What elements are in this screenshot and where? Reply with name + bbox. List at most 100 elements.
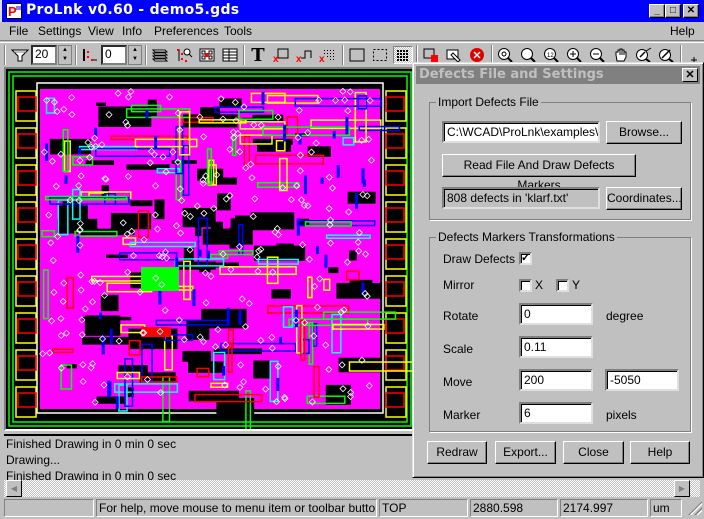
hierarchy-search-button[interactable] [174,46,194,64]
mirror-x-checkbox[interactable] [519,279,532,292]
menu-preferences[interactable]: Preferences [154,24,219,38]
marker-size-input[interactable]: 6 [519,402,593,424]
delete-grid-button[interactable]: x [317,46,337,64]
delete-path-button[interactable]: x [294,46,314,64]
status-panel-empty [4,499,94,517]
layout-gap [110,213,152,230]
cell-center-button[interactable] [197,46,217,64]
menu-tools[interactable]: Tools [224,24,252,38]
layout-gap [82,336,133,345]
transformations-group-label: Defects Markers Transformations [436,230,617,244]
defects-count-status: 808 defects in 'klarf.txt' [442,187,600,209]
horizontal-scrollbar[interactable]: ◀ ▶ [4,480,700,497]
layout-gap [349,250,357,261]
zoom-all-icon [498,48,513,63]
level-value-input[interactable]: 0 [101,45,127,65]
log-line: Finished Drawing in 0 min 0 sec [6,437,177,451]
filter-value-input[interactable]: 20 [31,45,57,65]
dialog-close-button[interactable]: ✕ [682,68,698,82]
browse-button[interactable]: Browse... [606,121,682,144]
fill-box-icon [423,48,438,62]
layout-via [324,254,328,268]
status-y-coordinate: 2174.997 [560,499,648,517]
close-button[interactable]: ✕ [683,4,699,18]
ruler-icon [659,49,674,63]
delete-box-button[interactable]: x [271,46,291,64]
menu-file[interactable]: File [9,24,28,38]
layout-gap [328,267,339,274]
dialog-title-bar[interactable]: Defects File and Settings ✕ [416,66,700,84]
close-icon: ✕ [686,5,696,16]
outline-button[interactable] [347,46,367,64]
filter-button[interactable] [10,46,30,64]
layout-via [354,193,358,209]
scroll-right-button[interactable]: ▶ [674,480,690,497]
layout-via [320,177,324,184]
menu-help[interactable]: Help [670,24,695,38]
maximize-button[interactable]: □ [665,4,681,18]
defects-file-path-input[interactable]: C:\WCAD\ProLnk\examples\kl [442,121,600,143]
draw-defects-checkbox[interactable]: ✓ [519,252,532,265]
table-button[interactable] [220,46,240,64]
cell-center-icon [199,48,215,62]
level-spinner[interactable]: ▲ ▼ [128,45,142,65]
menu-info[interactable]: Info [122,24,142,38]
dialog-close-action-button[interactable]: Close [563,441,624,464]
menu-settings[interactable]: Settings [38,24,81,38]
layout-gap [250,212,295,230]
chip-layout[interactable] [6,69,414,429]
hierarchy-level-button[interactable] [80,46,100,64]
mirror-y-checkbox[interactable] [556,279,569,292]
layout-via [145,109,149,119]
scroll-left-icon: ◀ [10,484,18,493]
toolbar-separator [342,45,344,65]
layout-gap [253,360,271,379]
layout-via [304,175,308,195]
layers-button[interactable] [150,46,170,64]
rotate-input[interactable]: 0 [519,303,593,325]
layout-via [109,329,113,345]
marker-unit-label: pixels [606,408,637,422]
status-units: um [650,499,682,517]
layout-via [315,246,319,255]
dotted-outline-button[interactable] [370,46,390,64]
hierarchy-search-icon [177,48,193,62]
layout-gap [95,102,107,106]
layout-canvas[interactable] [4,67,416,431]
redraw-button[interactable]: Redraw [427,441,487,464]
layout-gap [106,254,128,258]
minimize-button[interactable]: _ [649,4,665,18]
dialog-help-button[interactable]: Help [630,441,690,464]
coordinates-button[interactable]: Coordinates... [606,187,682,210]
layout-gap [182,350,211,362]
scale-input[interactable]: 0.11 [519,336,593,358]
filter-spinner[interactable]: ▲ ▼ [58,45,72,65]
zoom-in-icon [567,48,582,63]
resize-grip-icon[interactable] [688,501,702,515]
layout-gap [182,114,238,128]
read-file-draw-markers-button[interactable]: Read File And Draw Defects Markers [442,154,636,192]
text-button[interactable]: T [248,44,268,66]
scroll-left-button[interactable]: ◀ [6,480,22,497]
dot-grid-button[interactable] [393,46,413,64]
layout-gap [154,199,165,220]
title-bar[interactable]: P ProLnk v0.60 - demo5.gds _ □ ✕ [0,0,704,22]
log-line: Drawing... [6,453,61,467]
move-x-input[interactable]: 200 [519,369,593,391]
status-help-text: For help, move mouse to menu item or too… [96,499,377,517]
move-y-input[interactable]: -5050 [605,369,679,391]
svg-text:x: x [273,54,279,63]
delete-path-icon: x [296,50,312,63]
text-icon: T [251,44,265,66]
pan-hand-icon [615,48,627,62]
dotted-outline-icon [373,49,387,61]
menu-view[interactable]: View [88,24,114,38]
filter-icon [11,49,29,62]
export-button[interactable]: Export... [495,441,556,464]
prolnk-app-icon[interactable]: P [6,3,22,19]
status-bar: For help, move mouse to menu item or too… [0,498,704,519]
layout-via [206,250,210,259]
layout-via [283,124,287,142]
layout-gap [84,315,121,336]
toolbar-separator [75,45,77,65]
